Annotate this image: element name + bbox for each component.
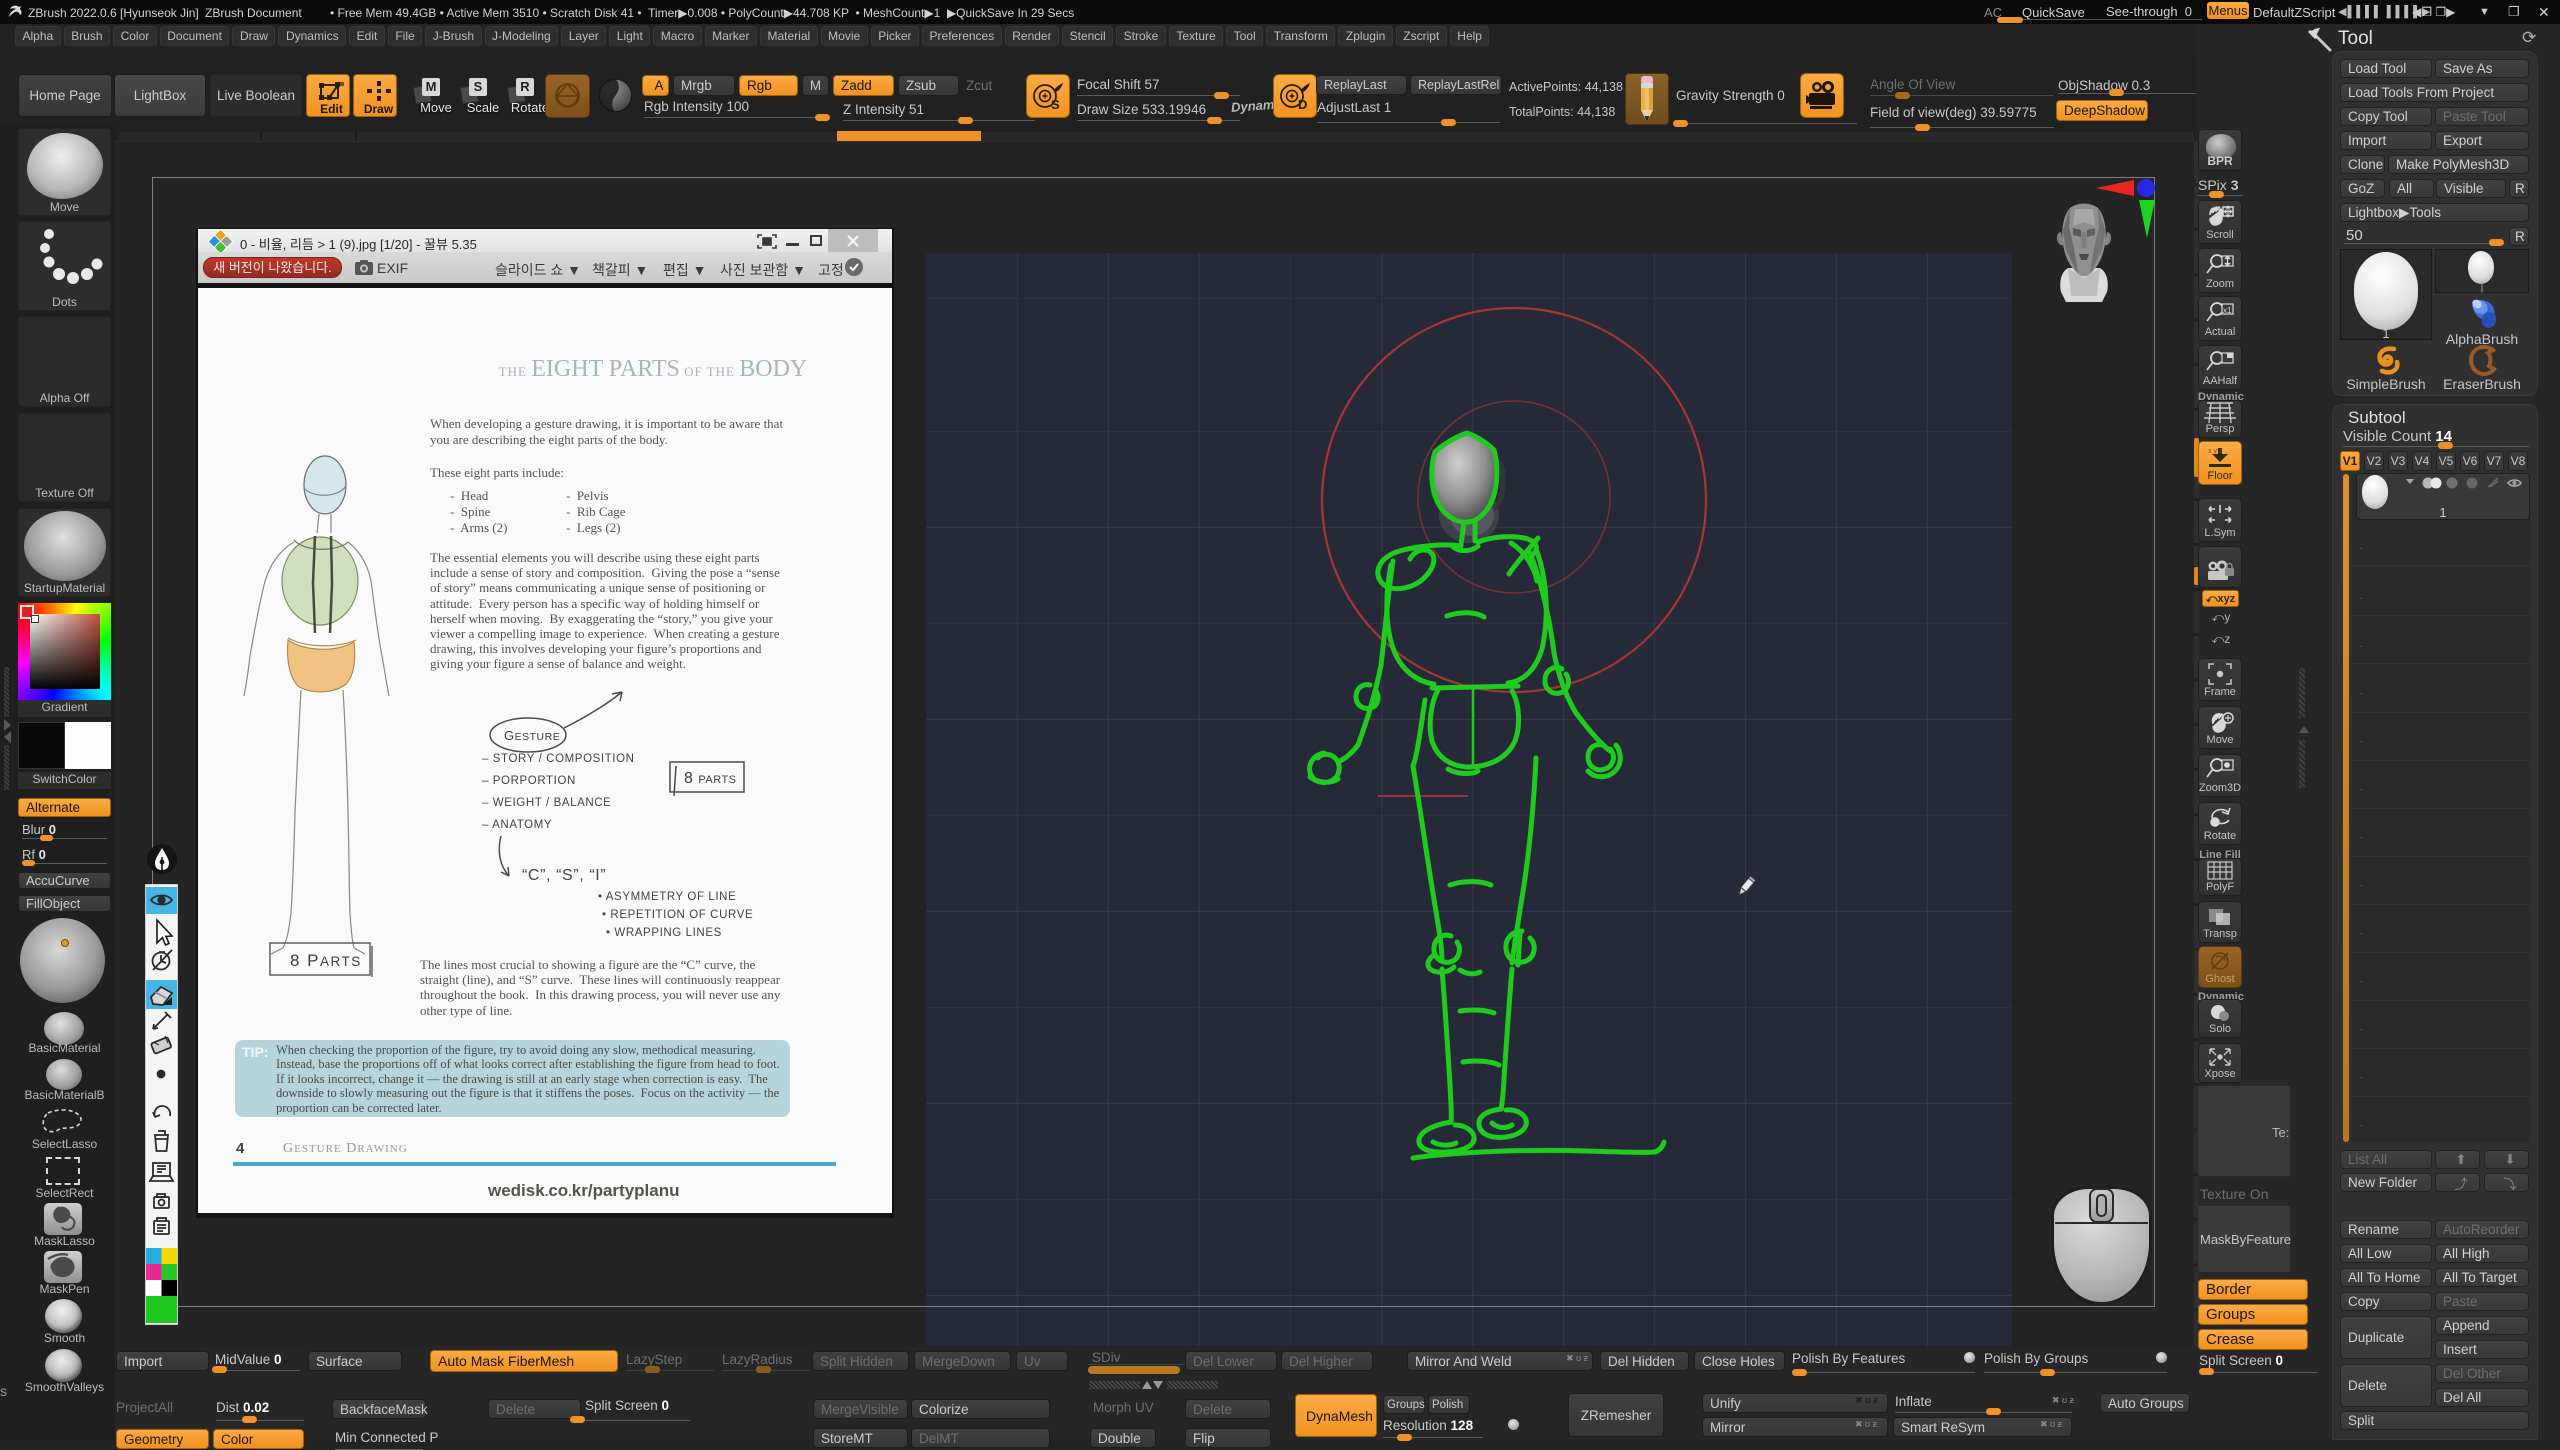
svg-text:8 PARTS: 8 PARTS [290,951,362,970]
svg-text:GESTURE: GESTURE [504,728,560,743]
svg-text:• REPETITION OF CURVE: • REPETITION OF CURVE [602,909,753,921]
svg-text:• WRAPPING LINES: • WRAPPING LINES [606,927,722,939]
svg-text:– WEIGHT / BALANCE: – WEIGHT / BALANCE [482,797,611,809]
svg-text:– PORPORTION: – PORPORTION [482,775,576,787]
svg-text:• ASYMMETRY OF LINE: • ASYMMETRY OF LINE [598,891,736,903]
svg-text:x1: x1 [2223,306,2232,315]
svg-text:“C”, “S”, “I”: “C”, “S”, “I” [522,867,606,884]
svg-text:8 PARTS: 8 PARTS [684,770,737,787]
svg-text:S: S [1051,97,1060,112]
svg-text:D: D [1298,97,1307,112]
svg-text:– STORY / COMPOSITION: – STORY / COMPOSITION [482,753,635,765]
svg-text:x y z: x y z [2208,448,2223,455]
svg-text:– ANATOMY: – ANATOMY [482,819,552,831]
